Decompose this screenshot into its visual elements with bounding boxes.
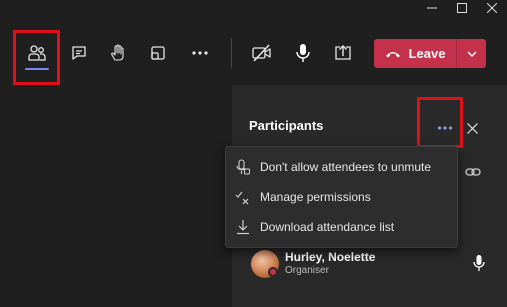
mic-lock-icon	[226, 159, 260, 175]
more-options-menu: Don't allow attendees to unmute Manage p…	[225, 146, 458, 248]
microphone-icon	[296, 44, 310, 62]
permissions-icon	[226, 189, 260, 205]
close-icon	[487, 3, 497, 13]
menu-item-label: Download attendance list	[260, 220, 395, 234]
more-actions-button[interactable]	[183, 36, 217, 70]
raise-hand-button[interactable]	[101, 36, 135, 70]
raise-hand-icon	[111, 44, 124, 61]
maximize-icon	[457, 3, 467, 13]
highlight-more-options	[417, 97, 463, 148]
camera-off-icon	[252, 44, 271, 62]
participant-role: Organiser	[285, 265, 329, 276]
highlight-participants	[13, 30, 60, 85]
chat-button[interactable]	[62, 36, 96, 70]
menu-item-label: Don't allow attendees to unmute	[260, 160, 432, 174]
download-icon	[226, 219, 260, 235]
chevron-down-icon	[467, 51, 476, 57]
share-invite-button[interactable]	[464, 163, 482, 181]
link-icon	[465, 168, 481, 176]
status-badge	[268, 267, 278, 277]
minimize-icon	[427, 7, 437, 9]
maximize-button[interactable]	[447, 0, 477, 16]
meeting-window: Leave Participants Hurley, Noelette Orga…	[0, 0, 507, 307]
panel-title: Participants	[249, 118, 324, 133]
chat-icon	[72, 46, 86, 60]
window-controls	[417, 0, 507, 16]
camera-toggle-button[interactable]	[245, 36, 279, 70]
microphone-icon	[473, 255, 485, 271]
panel-close-button[interactable]	[464, 120, 480, 136]
leave-options-button[interactable]	[457, 39, 486, 68]
close-icon	[466, 122, 478, 134]
microphone-button[interactable]	[286, 36, 320, 70]
participant-name[interactable]: Hurley, Noelette	[285, 250, 375, 264]
close-window-button[interactable]	[477, 0, 507, 16]
menu-item-manage-permissions[interactable]: Manage permissions	[226, 184, 459, 210]
leave-button[interactable]: Leave	[374, 39, 456, 68]
menu-item-label: Manage permissions	[260, 190, 371, 204]
leave-label: Leave	[408, 46, 446, 61]
participant-mic-button[interactable]	[472, 254, 486, 272]
share-screen-button[interactable]	[326, 36, 360, 70]
share-screen-icon	[335, 45, 351, 60]
more-actions-icon	[192, 51, 208, 55]
leave-button-group: Leave	[374, 39, 486, 68]
minimize-button[interactable]	[417, 0, 447, 16]
breakout-rooms-button[interactable]	[141, 36, 175, 70]
breakout-rooms-icon	[151, 46, 165, 60]
hang-up-icon	[385, 51, 400, 57]
menu-item-download-attendance[interactable]: Download attendance list	[226, 214, 459, 240]
toolbar-separator	[231, 38, 232, 68]
menu-item-dont-allow-unmute[interactable]: Don't allow attendees to unmute	[226, 154, 459, 180]
